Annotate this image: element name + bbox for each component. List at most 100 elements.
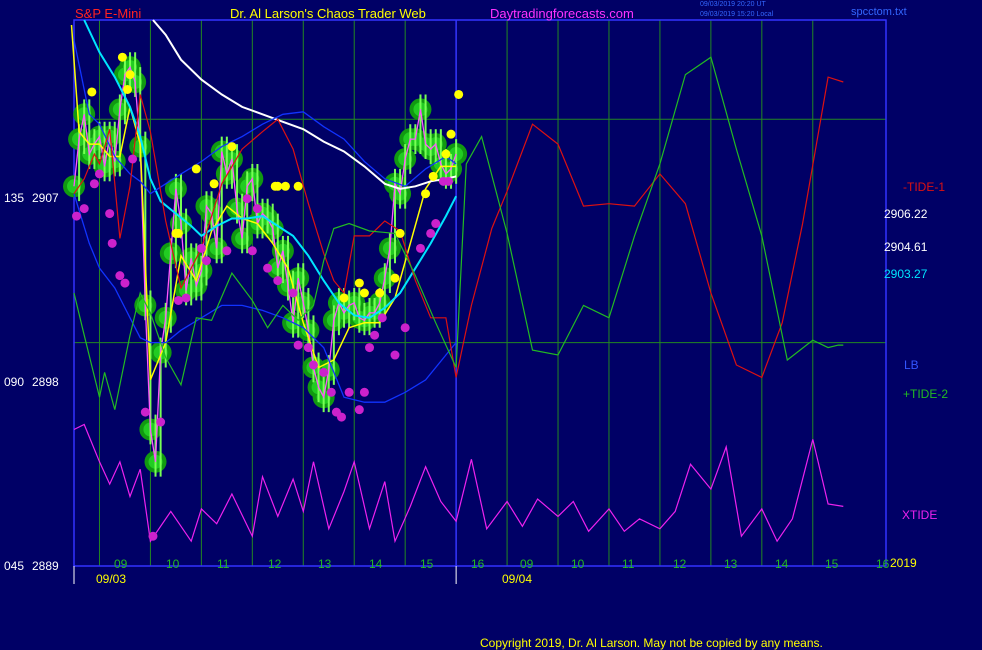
- x-date-label-session2: 09/04: [502, 572, 533, 586]
- low-marker: [247, 246, 257, 256]
- high-marker: [390, 273, 400, 283]
- low-marker: [107, 238, 117, 248]
- high-marker: [446, 129, 456, 139]
- low-marker: [336, 412, 346, 422]
- high-marker: [117, 52, 127, 62]
- low-marker: [303, 343, 313, 353]
- x-tick-label: 13: [724, 557, 738, 571]
- copyright-text: Copyright 2019, Dr. Al Larson. May not b…: [480, 636, 823, 650]
- low-marker: [426, 228, 436, 238]
- low-marker: [196, 243, 206, 253]
- high-marker: [354, 278, 364, 288]
- low-marker: [365, 343, 375, 353]
- xtide-label: XTIDE: [902, 508, 938, 522]
- high-marker: [125, 70, 135, 80]
- x-tick-label: 16: [471, 557, 485, 571]
- low-marker: [115, 271, 125, 281]
- lb-label: LB: [904, 358, 919, 372]
- high-marker: [395, 228, 405, 238]
- timestamp-utc: 09/03/2019 20:20 UT: [700, 1, 766, 8]
- low-marker: [94, 169, 104, 179]
- high-marker: [87, 87, 97, 97]
- low-marker: [359, 387, 369, 397]
- y-tick-label-2889: 2889: [32, 559, 59, 573]
- low-marker: [156, 417, 166, 427]
- x-tick-label: 14: [775, 557, 789, 571]
- y-tick-label-2898: 2898: [32, 375, 59, 389]
- x-tick-label: 09: [520, 557, 534, 571]
- low-marker: [181, 293, 191, 303]
- high-marker: [227, 142, 237, 152]
- value-label-1: 2906.22: [884, 207, 928, 221]
- low-marker: [431, 219, 441, 229]
- low-marker: [128, 154, 138, 164]
- x-tick-label: 13: [318, 557, 332, 571]
- low-marker: [242, 194, 252, 204]
- site-title: Dr. Al Larson's Chaos Trader Web: [230, 6, 426, 21]
- tide2-label: +TIDE-2: [903, 387, 949, 401]
- data-file-name: spcctom.txt: [851, 6, 907, 18]
- low-marker: [390, 350, 400, 360]
- low-marker: [415, 243, 425, 253]
- low-marker: [105, 209, 115, 219]
- value-label-3: 2903.27: [884, 267, 928, 281]
- low-marker: [344, 387, 354, 397]
- low-marker: [222, 246, 232, 256]
- low-marker: [140, 407, 150, 417]
- high-marker: [421, 189, 431, 199]
- low-marker: [377, 313, 387, 323]
- low-marker: [308, 360, 318, 370]
- site-url-link[interactable]: Daytradingforecasts.com: [490, 7, 634, 20]
- x-tick-label: 15: [420, 557, 434, 571]
- x-year-label: 2019: [890, 556, 917, 570]
- low-marker: [201, 256, 211, 266]
- timestamp-local: 09/03/2019 15:20 Local: [700, 11, 774, 18]
- low-marker: [400, 323, 410, 333]
- low-marker: [89, 179, 99, 189]
- x-tick-label: 15: [825, 557, 839, 571]
- x-tick-label: 09: [114, 557, 128, 571]
- chart-plot: [0, 0, 982, 650]
- low-marker: [326, 387, 336, 397]
- x-tick-label: 12: [673, 557, 687, 571]
- low-marker: [173, 295, 183, 305]
- y-tick-label-2907: 2907: [32, 191, 59, 205]
- x-date-label-session1: 09/03: [96, 572, 127, 586]
- high-marker: [454, 89, 464, 99]
- low-marker: [72, 211, 82, 221]
- low-marker: [293, 340, 303, 350]
- x-tick-label: 10: [166, 557, 180, 571]
- low-marker: [79, 204, 89, 214]
- x-tick-label: 16: [876, 557, 890, 571]
- high-marker: [441, 149, 451, 159]
- tide1-label: -TIDE-1: [903, 180, 945, 194]
- high-marker: [191, 164, 201, 174]
- y-tick-prefix-2907: 135: [4, 191, 25, 205]
- low-marker: [263, 263, 273, 273]
- low-marker: [288, 288, 298, 298]
- x-tick-label: 11: [217, 557, 230, 571]
- low-marker: [443, 176, 453, 186]
- x-tick-label: 10: [571, 557, 585, 571]
- x-tick-label: 14: [369, 557, 383, 571]
- low-marker: [273, 276, 283, 286]
- low-marker: [354, 405, 364, 415]
- y-tick-prefix-2889: 045: [4, 559, 25, 573]
- high-marker: [375, 288, 385, 298]
- low-marker: [148, 531, 158, 541]
- symbol-title: S&P E-Mini: [75, 6, 142, 21]
- high-marker: [293, 181, 303, 191]
- high-marker: [173, 228, 183, 238]
- x-tick-label: 11: [622, 557, 635, 571]
- high-marker: [428, 171, 438, 181]
- high-marker: [339, 293, 349, 303]
- low-marker: [252, 204, 262, 214]
- low-marker: [120, 278, 130, 288]
- high-marker: [122, 84, 132, 94]
- high-marker: [280, 181, 290, 191]
- low-marker: [319, 367, 329, 377]
- high-marker: [209, 179, 219, 189]
- x-tick-label: 12: [268, 557, 282, 571]
- low-marker: [370, 330, 380, 340]
- value-label-2: 2904.61: [884, 240, 928, 254]
